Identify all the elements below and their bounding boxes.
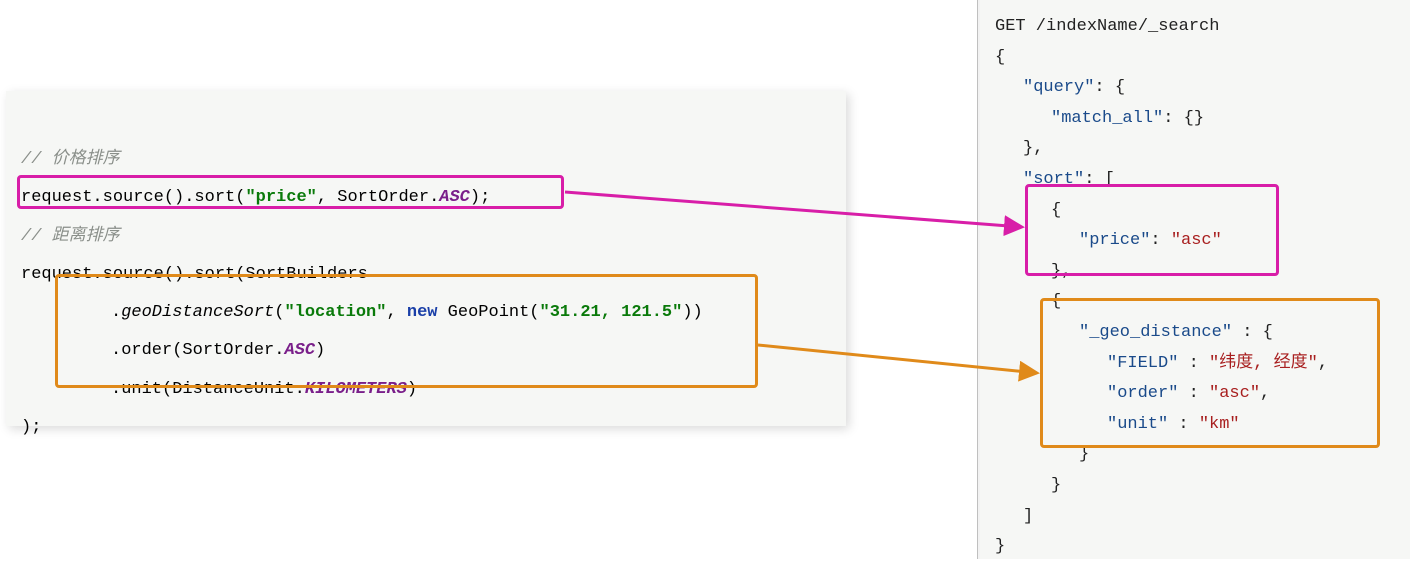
- json-code-panel: GET /indexName/_search { "query": { "mat…: [980, 0, 1410, 559]
- panel-divider: [977, 0, 978, 559]
- java-line-sortbuilders: request.source().sort(SortBuilders: [21, 256, 831, 294]
- json-sort-array-close: ]: [995, 502, 1410, 533]
- json-sort-obj-close-1: },: [995, 257, 1410, 288]
- json-field-line: "FIELD" : "纬度, 经度",: [995, 349, 1410, 380]
- java-code-panel: // 价格排序 request.source().sort("price", S…: [6, 91, 846, 426]
- json-geo-close: }: [995, 440, 1410, 471]
- json-geodistance-key: "_geo_distance" : {: [995, 318, 1410, 349]
- json-sort-obj-open-2: {: [995, 287, 1410, 318]
- json-sort-key: "sort": [: [995, 165, 1410, 196]
- json-price-asc: "price": "asc": [995, 226, 1410, 257]
- json-query-key: "query": {: [995, 73, 1410, 104]
- java-line-order: .order(SortOrder.ASC): [21, 332, 831, 370]
- java-line-geodistance: .geoDistanceSort("location", new GeoPoin…: [21, 294, 831, 332]
- java-line-close: );: [21, 409, 831, 447]
- json-query-close: },: [995, 134, 1410, 165]
- java-line-price-sort: request.source().sort("price", SortOrder…: [21, 179, 831, 217]
- java-line-unit: .unit(DistanceUnit.KILOMETERS): [21, 371, 831, 409]
- json-sort-obj-close-2: }: [995, 471, 1410, 502]
- json-unit-line: "unit" : "km": [995, 410, 1410, 441]
- json-sort-obj-open-1: {: [995, 196, 1410, 227]
- json-open-brace: {: [995, 43, 1410, 74]
- json-request-line: GET /indexName/_search: [995, 12, 1410, 43]
- comment-price-sort: // 价格排序: [21, 141, 831, 179]
- comment-distance-sort: // 距离排序: [21, 218, 831, 256]
- json-matchall: "match_all": {}: [995, 104, 1410, 135]
- json-order-line: "order" : "asc",: [995, 379, 1410, 410]
- json-root-close: }: [995, 532, 1410, 563]
